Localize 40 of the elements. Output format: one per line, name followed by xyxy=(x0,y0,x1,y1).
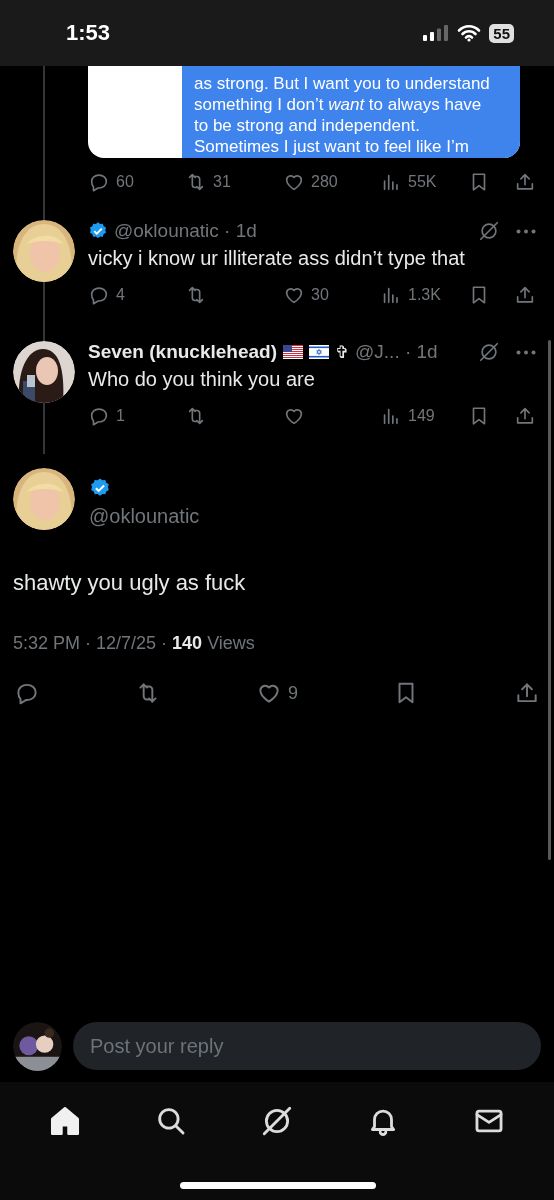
israel-flag-icon xyxy=(309,345,330,359)
post-text: shawty you ugly as fuck xyxy=(13,570,247,596)
status-time: 1:53 xyxy=(66,20,111,46)
count: 9 xyxy=(287,682,298,704)
wifi-icon xyxy=(457,24,482,42)
signal-icon xyxy=(423,25,450,41)
more-icon[interactable] xyxy=(516,228,536,234)
reply-icon[interactable] xyxy=(88,171,110,193)
share-icon[interactable] xyxy=(514,284,536,306)
handle: @oklounatic xyxy=(89,504,200,528)
us-flag-icon xyxy=(283,345,304,359)
count: 4 xyxy=(116,286,125,304)
message-text: something I don’t want to always have xyxy=(194,94,483,115)
count: 60 xyxy=(116,173,134,191)
reply-text: vicky i know ur illiterate ass didn’t type that xyxy=(88,246,466,271)
count: 1 xyxy=(116,407,125,425)
reply-icon[interactable] xyxy=(88,405,110,427)
message-text: as strong. But I want you to understand xyxy=(194,73,491,94)
handle-and-time: @oklounatic · 1d xyxy=(114,220,257,242)
home-icon[interactable] xyxy=(48,1104,82,1138)
grok-icon[interactable] xyxy=(260,1104,294,1138)
reply-field[interactable]: Post your reply xyxy=(73,1022,541,1070)
share-icon[interactable] xyxy=(514,171,536,193)
count: 280 xyxy=(311,173,338,191)
name-symbol: ✞ xyxy=(335,341,350,363)
more-icon[interactable] xyxy=(516,349,536,355)
count: 55K xyxy=(408,173,437,191)
reply-icon[interactable] xyxy=(88,284,110,306)
message-text: Sometimes I just want to feel like I’m xyxy=(194,136,470,157)
display-name: Seven (knucklehead) xyxy=(88,341,278,363)
reply-text: Who do you think you are xyxy=(88,367,316,392)
count: 149 xyxy=(408,407,435,425)
handle-and-time: @J... · 1d xyxy=(355,341,438,363)
message-text: to be strong and independent. xyxy=(194,115,421,136)
battery-level: 55 xyxy=(489,23,514,43)
count: 30 xyxy=(311,286,329,304)
count: 31 xyxy=(213,173,231,191)
post-timestamp: 5:32 PM · 12/7/25 · 140 Views xyxy=(13,633,256,654)
count: 1.3K xyxy=(408,286,441,304)
share-icon[interactable] xyxy=(514,405,536,427)
